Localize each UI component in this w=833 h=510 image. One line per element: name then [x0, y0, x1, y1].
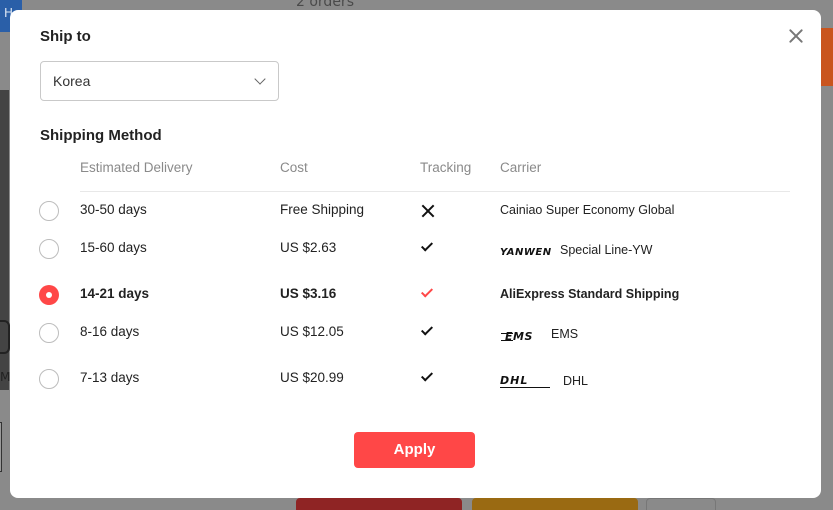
country-select-value: Korea	[53, 73, 91, 89]
radio-button[interactable]	[39, 369, 59, 389]
background-icon	[0, 320, 10, 354]
delivery-time: 15-60 days	[80, 240, 147, 255]
carrier-name: AliExpress Standard Shipping	[500, 287, 680, 301]
dhl-logo: DHL	[500, 374, 551, 388]
radio-button[interactable]	[39, 201, 59, 221]
radio-button-checked[interactable]	[39, 285, 59, 305]
shipping-method-label: Shipping Method	[40, 127, 162, 144]
check-icon	[420, 369, 434, 382]
background-side-button	[820, 28, 833, 86]
background-letter: M	[0, 370, 11, 384]
orders-count-text: 2 orders	[296, 0, 354, 10]
carrier-name: Special Line-YW	[560, 243, 653, 257]
delivery-time: 7-13 days	[80, 370, 140, 385]
background-buy-button	[296, 498, 462, 510]
ship-to-label: Ship to	[40, 28, 91, 45]
ems-logo: EMS	[501, 330, 533, 343]
radio-button[interactable]	[39, 323, 59, 343]
cross-icon	[421, 204, 435, 218]
chevron-down-icon	[254, 73, 266, 85]
shipping-cost: US $2.63	[280, 240, 337, 255]
shipping-cost: US $12.05	[280, 324, 344, 339]
background-cart-button	[472, 498, 638, 510]
background-box	[0, 422, 2, 472]
shipping-option-row[interactable]: 7-13 days US $20.99 DHL DHL	[10, 360, 821, 396]
carrier-name: EMS	[551, 327, 579, 341]
delivery-time: 8-16 days	[80, 324, 140, 339]
shipping-cost: US $3.16	[280, 286, 337, 301]
delivery-time: 14-21 days	[80, 286, 150, 301]
radio-button[interactable]	[39, 239, 59, 259]
shipping-option-row[interactable]: 8-16 days US $12.05 EMS EMS	[10, 314, 821, 350]
apply-button[interactable]: Apply	[354, 432, 475, 468]
background-wishlist-button	[646, 498, 716, 510]
carrier-name: Cainiao Super Economy Global	[500, 203, 675, 217]
shipping-option-row[interactable]: 14-21 days US $3.16 AliExpress Standard …	[10, 276, 821, 312]
shipping-cost: US $20.99	[280, 370, 344, 385]
delivery-time: 30-50 days	[80, 202, 147, 217]
shipping-modal: Ship to Korea Shipping Method Estimated …	[10, 10, 821, 498]
column-header-cost: Cost	[280, 160, 308, 175]
check-icon	[420, 239, 434, 252]
column-header-tracking: Tracking	[420, 160, 472, 175]
yanwen-logo: YANWEN	[500, 247, 552, 258]
column-header-carrier: Carrier	[500, 160, 542, 175]
check-icon	[420, 323, 434, 336]
country-select[interactable]: Korea	[40, 61, 279, 101]
close-icon[interactable]	[786, 26, 806, 46]
check-icon	[420, 285, 434, 298]
shipping-cost: Free Shipping	[280, 202, 365, 217]
carrier-name: DHL	[563, 374, 589, 388]
column-header-delivery: Estimated Delivery	[80, 160, 193, 175]
shipping-option-row[interactable]: 30-50 days Free Shipping Cainiao Super E…	[10, 192, 821, 228]
shipping-option-row[interactable]: 15-60 days US $2.63 YANWEN Special Line-…	[10, 230, 821, 266]
